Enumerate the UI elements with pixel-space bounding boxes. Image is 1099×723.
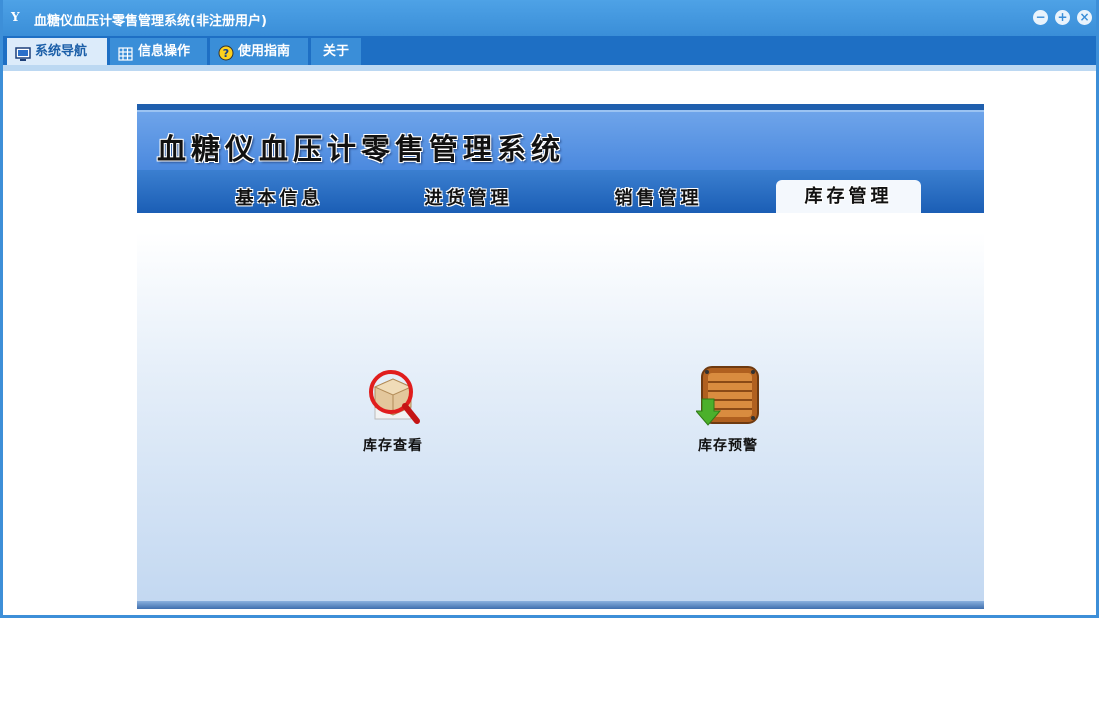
tab-info-operations[interactable]: 信息操作 (110, 38, 207, 65)
tab-user-guide[interactable]: ? 使用指南 (210, 38, 308, 65)
inventory-alert-tile[interactable]: 库存预警 (658, 363, 798, 463)
maximize-button[interactable]: + (1055, 10, 1070, 25)
tab-about[interactable]: 关于 (311, 38, 361, 65)
panel-banner: 血糖仪血压计零售管理系统 (137, 110, 984, 170)
nav-tab-sales[interactable]: 销售管理 (586, 184, 731, 213)
app-logo-icon: Y (11, 10, 20, 24)
tab-system-navigation[interactable]: 系统导航 (7, 38, 107, 65)
close-button[interactable]: × (1077, 10, 1092, 25)
module-content: 库存查看 库存预警 (137, 213, 984, 601)
panel-bottom-border (137, 601, 984, 609)
inventory-alert-icon (694, 363, 760, 427)
banner-title: 血糖仪血压计零售管理系统 (157, 132, 566, 166)
tab-label: 系统导航 (35, 44, 88, 59)
inventory-search-icon (361, 363, 425, 427)
nav-tab-inventory[interactable]: 库存管理 (776, 180, 921, 213)
title-bar[interactable]: Y 血糖仪血压计零售管理系统(非注册用户) − + × (3, 0, 1096, 36)
window-title: 血糖仪血压计零售管理系统(非注册用户) (34, 14, 267, 29)
menu-bar: 系统导航 信息操作 ? 使用指南 关于 (3, 36, 1096, 65)
nav-tab-basic-info[interactable]: 基本信息 (207, 184, 352, 213)
svg-text:?: ? (223, 47, 229, 60)
app-window: Y 血糖仪血压计零售管理系统(非注册用户) − + × 系统导航 信息操作 ? … (0, 0, 1099, 618)
monitor-icon (15, 44, 31, 61)
tab-label: 关于 (323, 44, 350, 59)
navigation-panel: 血糖仪血压计零售管理系统 基本信息 进货管理 销售管理 库存管理 库存查看 库存… (137, 104, 984, 609)
grid-icon (118, 44, 134, 61)
tile-label: 库存查看 (363, 438, 423, 454)
minimize-button[interactable]: − (1033, 10, 1048, 25)
module-nav: 基本信息 进货管理 销售管理 库存管理 (137, 170, 984, 213)
tile-label: 库存预警 (698, 438, 758, 454)
menu-bar-underline (3, 65, 1096, 71)
tab-label: 信息操作 (138, 44, 191, 59)
help-icon: ? (218, 44, 234, 60)
tab-label: 使用指南 (238, 44, 291, 59)
inventory-view-tile[interactable]: 库存查看 (323, 363, 463, 463)
nav-tab-purchase[interactable]: 进货管理 (396, 184, 541, 213)
